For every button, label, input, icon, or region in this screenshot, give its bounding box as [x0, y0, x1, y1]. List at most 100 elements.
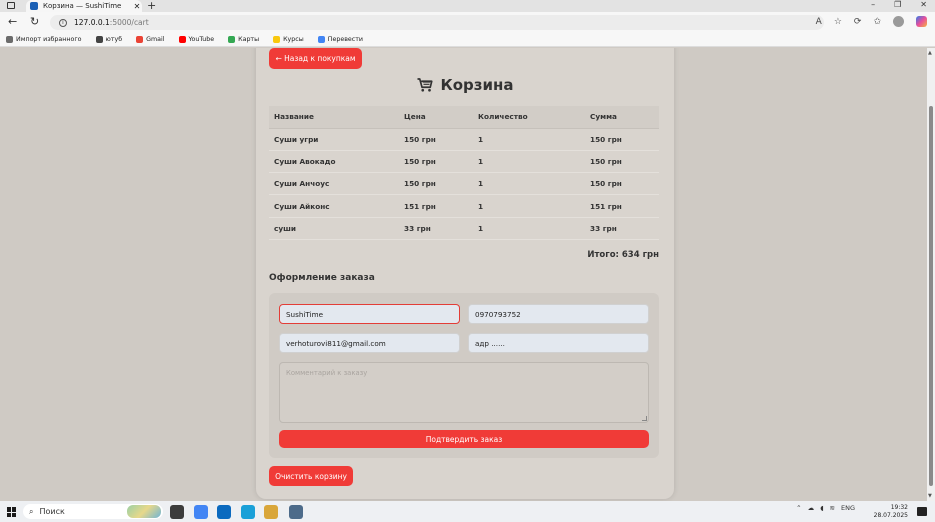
bookmark-item[interactable]: Курсы: [273, 36, 304, 43]
item-qty: 1: [473, 194, 585, 218]
table-header-row: Название Цена Количество Сумма: [269, 106, 659, 129]
address-actions: A ☆ ⟳ ✩: [816, 16, 927, 27]
item-price: 33 грн: [399, 217, 473, 240]
item-price: 150 грн: [399, 150, 473, 174]
bookmark-item[interactable]: Перевести: [317, 36, 363, 43]
scroll-down-icon[interactable]: ▼: [928, 493, 932, 499]
column-header: Название: [269, 106, 399, 129]
notification-icon[interactable]: [917, 507, 927, 516]
maximize-icon[interactable]: ❐: [894, 0, 901, 10]
wifi-icon[interactable]: ≋: [830, 504, 835, 512]
item-name: Суши Авокадо: [269, 150, 399, 174]
volume-icon[interactable]: ◖: [820, 504, 823, 512]
item-sum: 33 грн: [585, 217, 659, 240]
item-price: 150 грн: [399, 128, 473, 151]
item-name: Суши Анчоус: [269, 172, 399, 196]
table-row: Суши Айконс 151 грн 1 151 грн: [269, 194, 659, 218]
taskbar-clock[interactable]: 19:32 28.07.2025: [874, 504, 908, 520]
file-explorer-icon[interactable]: [264, 505, 278, 519]
vscode-icon[interactable]: [217, 505, 231, 519]
cart-table: Название Цена Количество Сумма Суши угри…: [269, 106, 659, 240]
clock-date: 28.07.2025: [873, 512, 908, 519]
bookmark-item[interactable]: Импорт избранного: [6, 36, 82, 43]
cloud-icon[interactable]: ☁: [808, 504, 815, 512]
page-viewport: ← Назад к покупкам Корзина Название Цена…: [0, 48, 927, 501]
chevron-up-icon[interactable]: ⌃: [796, 504, 801, 512]
minimize-icon[interactable]: –: [871, 0, 875, 10]
tab-actions-icon[interactable]: [7, 2, 15, 9]
taskbar: ⌕ Поиск ⌃ ☁ ◖ ≋ ENG 19:32 28.07.2025: [0, 501, 935, 522]
back-to-shop-button[interactable]: ← Назад к покупкам: [269, 48, 362, 69]
close-window-icon[interactable]: ✕: [920, 0, 927, 10]
scrollbar-thumb[interactable]: [929, 106, 933, 486]
page-scrollbar[interactable]: ▲ ▼: [927, 48, 935, 501]
item-sum: 150 грн: [585, 150, 659, 174]
table-row: Суши угри 150 грн 1 150 грн: [269, 128, 659, 151]
bookmark-item[interactable]: Карты: [228, 36, 259, 43]
globe-icon: [95, 36, 103, 43]
name-field[interactable]: SushiTime: [279, 304, 460, 324]
bookmarks-bar: Импорт избранного ютуб Gmail YouTube Кар…: [0, 33, 935, 47]
edge-icon[interactable]: [241, 505, 255, 519]
url-host: 127.0.0.1: [74, 18, 110, 27]
translate-icon: [317, 36, 325, 43]
tab-strip: Корзина — SushiTime ✕ + – ❐ ✕: [0, 0, 935, 12]
window-controls: – ❐ ✕: [871, 0, 927, 10]
extensions-icon[interactable]: ⟳: [854, 17, 862, 27]
phone-field[interactable]: 0970793752: [468, 304, 649, 324]
refresh-icon[interactable]: ↻: [30, 15, 39, 28]
comment-textarea[interactable]: Комментарий к заказу: [279, 362, 649, 423]
bookmark-item[interactable]: YouTube: [178, 36, 214, 43]
app-icon[interactable]: [289, 505, 303, 519]
chrome-icon[interactable]: [194, 505, 208, 519]
page-title: Корзина: [256, 76, 674, 94]
clear-cart-button[interactable]: Очистить корзину: [269, 466, 353, 486]
tab-close-icon[interactable]: ✕: [132, 2, 142, 11]
order-heading: Оформление заказа: [269, 273, 375, 283]
bookmark-item[interactable]: ютуб: [95, 36, 122, 43]
profile-avatar[interactable]: [893, 16, 904, 27]
bookmark-item[interactable]: Gmail: [136, 36, 165, 43]
item-price: 150 грн: [399, 172, 473, 196]
site-info-icon[interactable]: i: [59, 18, 67, 27]
item-name: Суши угри: [269, 128, 399, 151]
search-highlight-image: [127, 505, 161, 518]
taskbar-search[interactable]: ⌕ Поиск: [23, 504, 163, 519]
tab-title: Корзина — SushiTime: [43, 2, 122, 10]
cart-title-text: Корзина: [440, 76, 514, 94]
address-field[interactable]: адр ......: [468, 333, 649, 353]
resize-grip-icon[interactable]: [642, 416, 647, 421]
task-view-icon[interactable]: [170, 505, 184, 519]
favorites-icon[interactable]: ✩: [873, 17, 881, 27]
email-field[interactable]: verhoturovi811@gmail.com: [279, 333, 460, 353]
item-name: суши: [269, 217, 399, 240]
comment-placeholder: Комментарий к заказу: [286, 369, 368, 377]
courses-icon: [273, 36, 281, 43]
item-sum: 150 грн: [585, 172, 659, 196]
language-indicator[interactable]: ENG: [841, 504, 855, 512]
youtube-icon: [178, 36, 186, 43]
item-qty: 1: [473, 172, 585, 196]
search-label: Поиск: [39, 507, 65, 516]
site-favicon-icon: [30, 2, 38, 10]
url-field[interactable]: i 127.0.0.1:5000/cart: [50, 15, 824, 30]
system-tray: ⌃ ☁ ◖ ≋ ENG: [796, 504, 855, 512]
new-tab-button[interactable]: +: [147, 0, 156, 12]
submit-order-button[interactable]: Подтвердить заказ: [279, 430, 649, 448]
clock-time: 19:32: [890, 504, 908, 511]
copilot-icon[interactable]: [916, 16, 927, 27]
windows-start-icon[interactable]: [7, 507, 17, 517]
maps-pin-icon: [228, 36, 236, 43]
back-arrow-icon[interactable]: ←: [8, 15, 17, 28]
tab-cart[interactable]: Корзина — SushiTime ✕: [26, 0, 142, 12]
url-path: :5000/cart: [109, 18, 149, 27]
column-header: Количество: [473, 106, 585, 129]
table-row: суши 33 грн 1 33 грн: [269, 217, 659, 240]
table-row: Суши Анчоус 150 грн 1 150 грн: [269, 172, 659, 196]
scroll-up-icon[interactable]: ▲: [928, 50, 932, 56]
favorite-star-icon[interactable]: ☆: [834, 17, 842, 27]
column-header: Цена: [399, 106, 473, 129]
read-aloud-icon[interactable]: A: [816, 17, 822, 27]
item-name: Суши Айконс: [269, 194, 399, 218]
table-row: Суши Авокадо 150 грн 1 150 грн: [269, 150, 659, 174]
